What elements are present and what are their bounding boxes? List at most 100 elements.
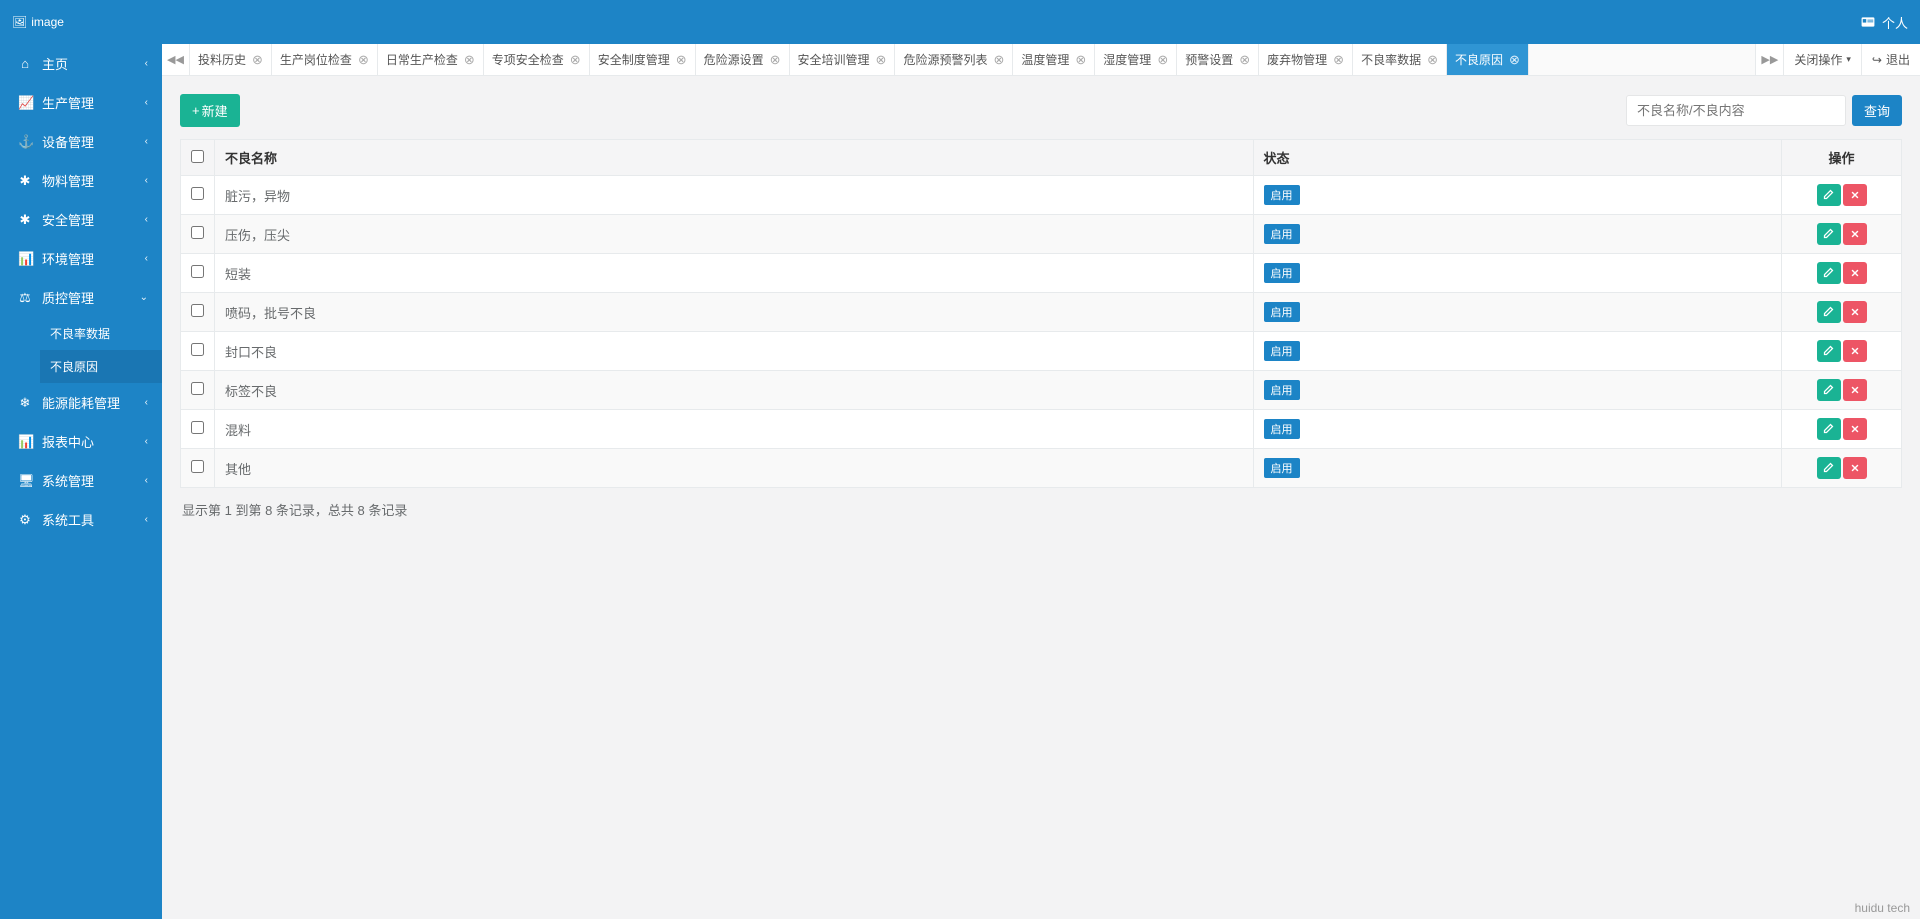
edit-icon [1823, 422, 1835, 437]
close-icon[interactable]: ⊗ [1239, 52, 1250, 68]
sidebar-item-2[interactable]: ⚓设备管理‹ [0, 122, 162, 161]
tab-scroll-right[interactable]: ▶▶ [1755, 44, 1783, 75]
menu-label: 安全管理 [42, 210, 94, 229]
close-icon[interactable]: ⊗ [252, 52, 263, 68]
edit-icon [1823, 461, 1835, 476]
table-row: 封口不良启用 [181, 332, 1902, 371]
select-all-checkbox[interactable] [191, 150, 204, 163]
tab-11[interactable]: 废弃物管理⊗ [1259, 44, 1353, 75]
close-icon[interactable]: ⊗ [1333, 52, 1344, 68]
sidebar-item-6[interactable]: ⚖质控管理⌄ [0, 278, 162, 317]
sidebar-subitem[interactable]: 不良率数据 [40, 317, 162, 350]
menu-icon: 🖥 [18, 473, 32, 489]
edit-button[interactable] [1817, 262, 1841, 284]
row-checkbox[interactable] [191, 226, 204, 239]
tab-close-ops[interactable]: 关闭操作▾ [1783, 44, 1861, 75]
tab-label: 专项安全检查 [492, 51, 564, 68]
edit-button[interactable] [1817, 340, 1841, 362]
delete-button[interactable] [1843, 418, 1867, 440]
tab-10[interactable]: 预警设置⊗ [1177, 44, 1259, 75]
chevron-left-icon: ‹ [145, 175, 148, 186]
close-icon[interactable]: ⊗ [1157, 52, 1168, 68]
logo: image [12, 15, 64, 29]
tab-9[interactable]: 湿度管理⊗ [1095, 44, 1177, 75]
tab-12[interactable]: 不良率数据⊗ [1353, 44, 1447, 75]
tab-4[interactable]: 安全制度管理⊗ [590, 44, 696, 75]
tab-7[interactable]: 危险源预警列表 ⊗ [895, 44, 1013, 75]
row-checkbox[interactable] [191, 460, 204, 473]
header-name: 不良名称 [215, 140, 1254, 176]
new-button[interactable]: +新建 [180, 94, 240, 127]
sidebar-item-8[interactable]: 📊报表中心‹ [0, 422, 162, 461]
tab-8[interactable]: 温度管理⊗ [1013, 44, 1095, 75]
cell-name: 标签不良 [215, 371, 1254, 410]
sidebar-item-7[interactable]: ❄能源能耗管理‹ [0, 383, 162, 422]
tab-2[interactable]: 日常生产检查⊗ [378, 44, 484, 75]
close-icon[interactable]: ⊗ [993, 52, 1004, 68]
sidebar-item-9[interactable]: 🖥系统管理‹ [0, 461, 162, 500]
close-icon[interactable]: ⊗ [358, 52, 369, 68]
search-button[interactable]: 查询 [1852, 95, 1902, 126]
close-icon[interactable]: ⊗ [570, 52, 581, 68]
sidebar-item-4[interactable]: ✱安全管理‹ [0, 200, 162, 239]
edit-button[interactable] [1817, 223, 1841, 245]
delete-button[interactable] [1843, 223, 1867, 245]
row-checkbox[interactable] [191, 382, 204, 395]
id-card-icon [1860, 15, 1876, 29]
row-checkbox[interactable] [191, 421, 204, 434]
delete-button[interactable] [1843, 301, 1867, 323]
tab-5[interactable]: 危险源设置 ⊗ [696, 44, 790, 75]
row-checkbox[interactable] [191, 343, 204, 356]
delete-button[interactable] [1843, 184, 1867, 206]
menu-label: 能源能耗管理 [42, 393, 120, 412]
tab-0[interactable]: 投料历史⊗ [190, 44, 272, 75]
tab-label: 危险源预警列表 [903, 51, 987, 68]
header-status: 状态 [1253, 140, 1781, 176]
delete-button[interactable] [1843, 262, 1867, 284]
edit-button[interactable] [1817, 184, 1841, 206]
sidebar-subitem[interactable]: 不良原因 [40, 350, 162, 383]
row-checkbox[interactable] [191, 265, 204, 278]
caret-down-icon: ▾ [1846, 54, 1851, 65]
tab-label: 安全培训管理 [798, 51, 870, 68]
user-menu[interactable]: 个人 [1860, 13, 1908, 32]
edit-button[interactable] [1817, 379, 1841, 401]
tab-1[interactable]: 生产岗位检查⊗ [272, 44, 378, 75]
cell-ops [1782, 371, 1902, 410]
cell-name: 压伤，压尖 [215, 215, 1254, 254]
sidebar-item-3[interactable]: ✱物料管理‹ [0, 161, 162, 200]
close-icon[interactable]: ⊗ [770, 52, 781, 68]
close-icon[interactable]: ⊗ [464, 52, 475, 68]
sidebar-item-0[interactable]: ⌂主页‹ [0, 44, 162, 83]
tab-exit[interactable]: ↪ 退出 [1861, 44, 1920, 75]
edit-button[interactable] [1817, 457, 1841, 479]
cell-name: 封口不良 [215, 332, 1254, 371]
close-icon[interactable]: ⊗ [876, 52, 887, 68]
tab-13[interactable]: 不良原因 ⊗ [1447, 44, 1529, 75]
delete-button[interactable] [1843, 340, 1867, 362]
tab-3[interactable]: 专项安全检查 ⊗ [484, 44, 590, 75]
cell-status: 启用 [1253, 410, 1781, 449]
tab-label: 不良原因 [1455, 51, 1503, 68]
tab-6[interactable]: 安全培训管理 ⊗ [790, 44, 896, 75]
close-icon[interactable]: ⊗ [1509, 52, 1520, 68]
close-icon[interactable]: ⊗ [1075, 52, 1086, 68]
cell-name: 混料 [215, 410, 1254, 449]
sidebar-item-1[interactable]: 📈生产管理‹ [0, 83, 162, 122]
row-checkbox[interactable] [191, 304, 204, 317]
cell-ops [1782, 176, 1902, 215]
delete-button[interactable] [1843, 457, 1867, 479]
sidebar-item-10[interactable]: ⚙系统工具‹ [0, 500, 162, 539]
close-icon[interactable]: ⊗ [676, 52, 687, 68]
close-icon[interactable]: ⊗ [1427, 52, 1438, 68]
close-icon [1850, 344, 1860, 359]
tab-scroll-left[interactable]: ◀◀ [162, 44, 190, 75]
sidebar-item-5[interactable]: 📊环境管理‹ [0, 239, 162, 278]
tab-label: 危险源设置 [704, 51, 764, 68]
delete-button[interactable] [1843, 379, 1867, 401]
search-input[interactable] [1626, 95, 1846, 126]
edit-button[interactable] [1817, 418, 1841, 440]
row-checkbox[interactable] [191, 187, 204, 200]
close-icon [1850, 461, 1860, 476]
edit-button[interactable] [1817, 301, 1841, 323]
